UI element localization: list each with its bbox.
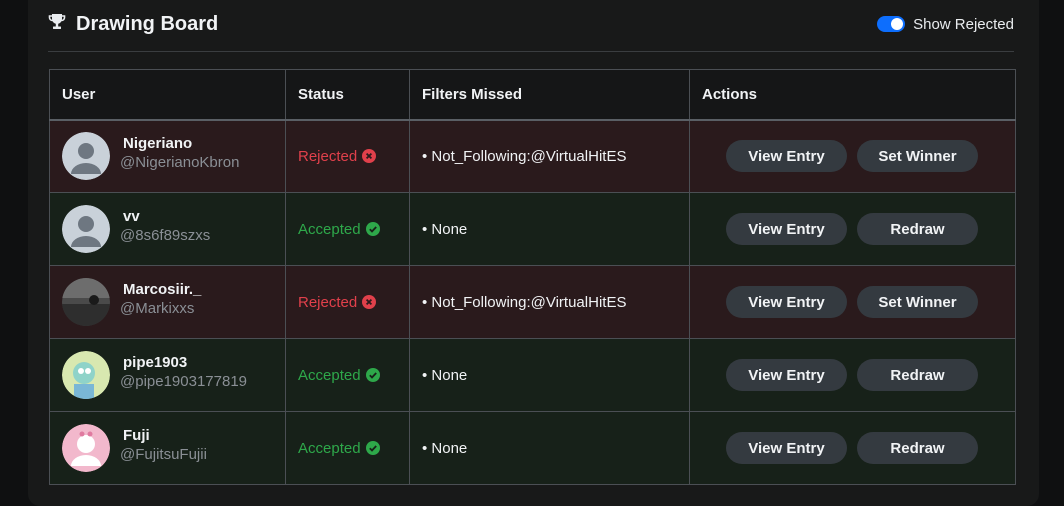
user-name: vv bbox=[123, 208, 140, 225]
set-winner-button[interactable]: Set Winner bbox=[857, 140, 978, 173]
filters-missed-cell: • None bbox=[409, 338, 690, 412]
view-entry-button[interactable]: View Entry bbox=[726, 432, 847, 464]
redraw-button[interactable]: Redraw bbox=[857, 213, 978, 245]
status-text: Accepted bbox=[298, 220, 361, 238]
status-cell: Accepted bbox=[285, 192, 410, 266]
avatar bbox=[62, 424, 110, 472]
column-header-actions: Actions bbox=[689, 69, 1016, 121]
filters-missed-cell: • Not_Following:@VirtualHitES bbox=[409, 119, 690, 193]
status-badge: Accepted bbox=[298, 440, 380, 457]
actions-cell: View Entry Redraw bbox=[689, 192, 1016, 266]
title-group: Drawing Board bbox=[48, 13, 218, 36]
x-circle-icon bbox=[362, 295, 377, 309]
table-row: Marcosiir._ @Markixxs Rejected • Not_Fol… bbox=[49, 265, 1016, 339]
column-header-status: Status bbox=[285, 69, 410, 121]
actions-cell: View Entry Set Winner bbox=[689, 265, 1016, 339]
status-badge: Rejected bbox=[298, 147, 377, 165]
table-row: Fuji @FujitsuFujii Accepted • None View … bbox=[49, 411, 1016, 485]
user-handle: @pipe1903177819 bbox=[120, 373, 248, 390]
user-name: Nigeriano bbox=[123, 135, 193, 153]
status-cell: Accepted bbox=[285, 411, 410, 485]
filters-missed-cell: • Not_Following:@VirtualHitES bbox=[409, 265, 690, 339]
column-header-user: User bbox=[49, 69, 286, 121]
table-header-row: User Status Filters Missed Actions bbox=[49, 69, 1016, 121]
show-rejected-label: Show Rejected bbox=[913, 15, 1014, 33]
check-circle-icon bbox=[365, 222, 380, 236]
avatar bbox=[62, 278, 110, 326]
user-cell: Marcosiir._ @Markixxs bbox=[49, 265, 286, 339]
view-entry-button[interactable]: View Entry bbox=[726, 213, 847, 245]
actions-cell: View Entry Redraw bbox=[689, 411, 1016, 485]
column-header-filters: Filters Missed bbox=[409, 69, 690, 121]
user-name: pipe1903 bbox=[123, 354, 188, 371]
actions-cell: View Entry Set Winner bbox=[689, 119, 1016, 193]
show-rejected-control[interactable]: Show Rejected bbox=[877, 16, 1014, 33]
user-handle: @NigerianoKbron bbox=[120, 154, 240, 172]
user-handle: @FujitsuFujii bbox=[120, 446, 207, 463]
user-cell: pipe1903 @pipe1903177819 bbox=[49, 338, 286, 412]
panel-header: Drawing Board Show Rejected bbox=[48, 8, 1014, 40]
status-badge: Accepted bbox=[298, 221, 380, 238]
user-name: Fuji bbox=[123, 427, 150, 444]
user-name: Marcosiir._ bbox=[123, 281, 202, 298]
redraw-button[interactable]: Redraw bbox=[857, 432, 978, 464]
filters-missed-cell: • None bbox=[409, 411, 690, 485]
user-handle: @Markixxs bbox=[120, 300, 195, 317]
check-circle-icon bbox=[365, 441, 380, 455]
user-cell: Fuji @FujitsuFujii bbox=[49, 411, 286, 485]
status-text: Accepted bbox=[298, 439, 361, 457]
entries-table: User Status Filters Missed Actions Niger… bbox=[49, 69, 1016, 485]
header-divider bbox=[48, 51, 1014, 52]
redraw-button[interactable]: Redraw bbox=[857, 359, 978, 391]
status-badge: Accepted bbox=[298, 367, 380, 384]
user-handle: @8s6f89szxs bbox=[120, 227, 211, 244]
avatar bbox=[62, 132, 110, 181]
set-winner-button[interactable]: Set Winner bbox=[857, 286, 978, 318]
show-rejected-toggle[interactable] bbox=[877, 16, 906, 32]
status-cell: Accepted bbox=[285, 338, 410, 412]
status-text: Rejected bbox=[298, 147, 358, 165]
table-row: vv @8s6f89szxs Accepted • None View Entr… bbox=[49, 192, 1016, 266]
page-title: Drawing Board bbox=[76, 12, 219, 35]
trophy-icon bbox=[48, 13, 66, 36]
status-text: Rejected bbox=[298, 293, 358, 311]
avatar bbox=[62, 351, 110, 399]
view-entry-button[interactable]: View Entry bbox=[726, 286, 847, 318]
filters-missed-cell: • None bbox=[409, 192, 690, 266]
view-entry-button[interactable]: View Entry bbox=[726, 140, 847, 173]
status-text: Accepted bbox=[298, 366, 361, 384]
user-cell: vv @8s6f89szxs bbox=[49, 192, 286, 266]
actions-cell: View Entry Redraw bbox=[689, 338, 1016, 412]
x-circle-icon bbox=[362, 149, 377, 164]
avatar bbox=[62, 205, 110, 253]
status-cell: Rejected bbox=[285, 119, 410, 193]
status-badge: Rejected bbox=[298, 293, 377, 311]
user-cell: Nigeriano @NigerianoKbron bbox=[49, 119, 286, 193]
table-row: Nigeriano @NigerianoKbron Rejected • Not… bbox=[49, 119, 1016, 193]
status-cell: Rejected bbox=[285, 265, 410, 339]
table-row: pipe1903 @pipe1903177819 Accepted • None… bbox=[49, 338, 1016, 412]
view-entry-button[interactable]: View Entry bbox=[726, 359, 847, 391]
check-circle-icon bbox=[365, 368, 380, 382]
